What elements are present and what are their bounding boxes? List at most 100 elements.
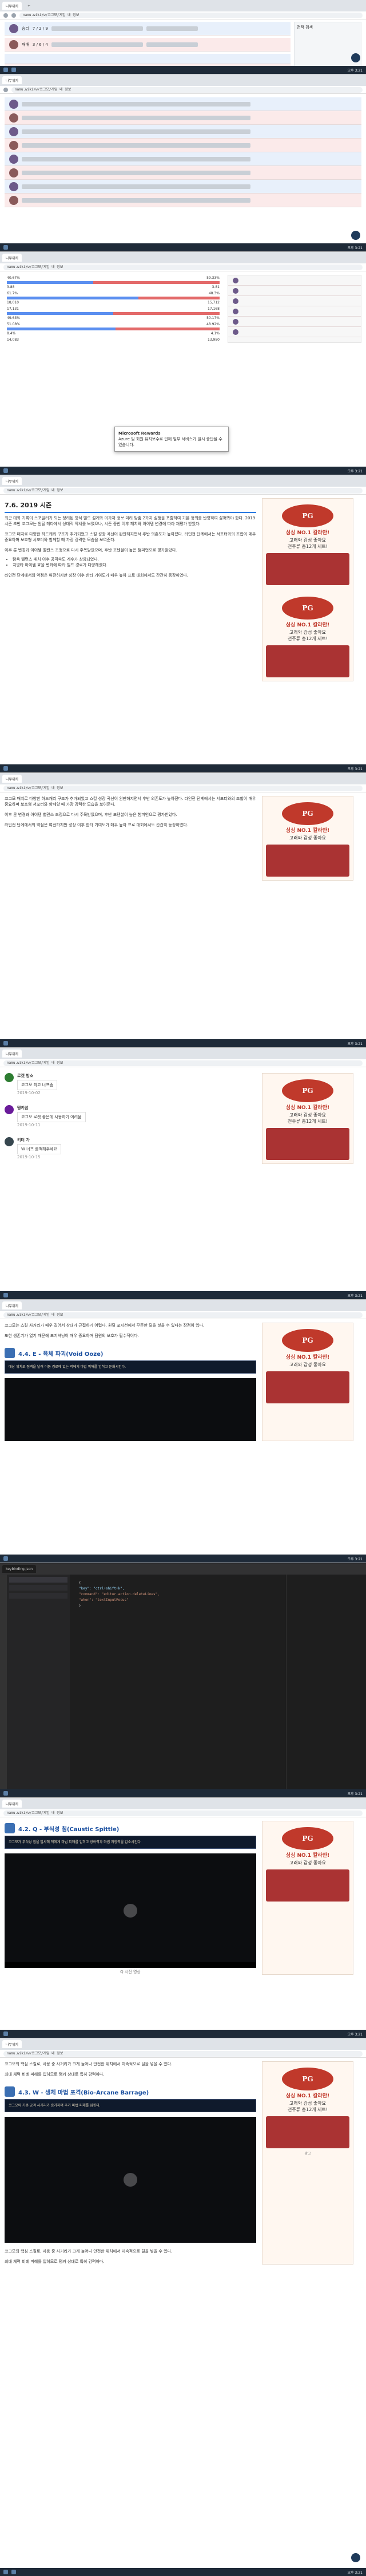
advertisement[interactable]: PG 싱싱 NO.1 칼라만! 고래와 감성 좋아요 전주류 총12개 세트! … (262, 498, 353, 681)
tab-strip: 나무위키 (0, 252, 366, 263)
ad-headline: 싱싱 NO.1 칼라만! (285, 828, 330, 834)
comment-author[interactable]: 탱키섬 (17, 1105, 86, 1111)
match-row[interactable] (5, 97, 361, 111)
skill-heading: 4.2. Q - 부식성 침(Caustic Spittle) (5, 1821, 256, 1836)
browser-tab[interactable]: 나무위키 (2, 1301, 22, 1309)
advertisement[interactable]: PG 싱싱 NO.1 칼라만! 고래와 감성 좋아요 (262, 796, 353, 881)
skill-video[interactable] (5, 1378, 256, 1441)
screenshot-skill-q: 나무위키 namu.wiki/w/코그모/게임 내 정보 4.2. Q - 부식… (0, 1798, 366, 2038)
match-row[interactable] (5, 54, 291, 64)
start-icon[interactable] (3, 1791, 8, 1796)
browser-tab[interactable]: 나무위키 (2, 76, 22, 84)
stat-left: 8.4% (7, 332, 16, 336)
paragraph: 코그모 패치로 다양한 하드캐리 구조가 추가되었고 스킬 성장 곡선이 완만해… (5, 532, 256, 542)
skill-e-icon (5, 1348, 15, 1358)
paragraph: 이후 룬 변경과 아이템 밸런스 조정으로 다시 주목받았으며, 후반 포텐셜이… (5, 812, 177, 817)
browser-tab[interactable]: 나무위키 (2, 477, 22, 485)
code-line: "when": "textInputFocus" (79, 1598, 129, 1602)
start-icon[interactable] (3, 1293, 8, 1297)
url-field[interactable]: namu.wiki/w/코그모/게임 내 정보 (11, 86, 363, 93)
url-field[interactable]: namu.wiki/w/코그모/게임 내 정보 (3, 264, 363, 270)
back-icon[interactable] (3, 13, 8, 18)
explorer-item[interactable] (9, 1577, 67, 1583)
ranking-row[interactable] (228, 286, 361, 296)
start-icon[interactable] (3, 2570, 8, 2574)
ad-subline: 고래와 감성 좋아요 (289, 1860, 326, 1865)
activity-bar (0, 1575, 7, 1790)
advertisement[interactable]: PG 싱싱 NO.1 칼라만! 고래와 감성 좋아요 전주류 총12개 세트! … (262, 2061, 353, 2265)
advertisement[interactable]: PG 싱싱 NO.1 칼라만! 고래와 감성 좋아요 (262, 1821, 353, 1975)
new-tab-button[interactable]: + (24, 2, 34, 10)
match-row[interactable] (5, 125, 361, 139)
screenshot-skill-w: 나무위키 namu.wiki/w/코그모/게임 내 정보 코그모의 핵심 스킬로… (0, 2038, 366, 2576)
browser-tab[interactable]: 나무위키 (2, 2040, 22, 2048)
match-row[interactable]: 패배 3 / 6 / 4 (5, 38, 291, 52)
explorer-item[interactable] (9, 1585, 67, 1591)
match-row[interactable] (5, 194, 361, 207)
url-field[interactable]: namu.wiki/w/코그모/게임 내 정보 (3, 1312, 363, 1318)
explorer-item[interactable] (9, 1593, 67, 1599)
browser-tab[interactable]: 나무위키 (2, 1050, 22, 1058)
start-icon[interactable] (3, 766, 8, 771)
ad-subline: 고래와 감성 좋아요 (289, 1362, 326, 1367)
browser-tab[interactable]: 나무위키 (2, 254, 22, 262)
chat-bubble-icon[interactable] (351, 231, 360, 240)
skill-video[interactable] (5, 2117, 256, 2243)
url-field[interactable]: namu.wiki/w/코그모/게임 내 정보 (3, 1810, 363, 1816)
start-icon[interactable] (3, 1556, 8, 1561)
chat-bubble-icon[interactable] (351, 2553, 360, 2562)
taskbar: 오후 3:21 (0, 1555, 366, 1563)
address-bar: namu.wiki/w/코그모/게임 내 정보 (0, 1059, 366, 1067)
advertisement[interactable]: PG 싱싱 NO.1 칼라만! 고래와 감성 좋아요 전주류 총12개 세트! (262, 1073, 353, 1164)
item-slots (51, 42, 143, 47)
url-field[interactable]: namu.wiki/w/코그모/게임 내 정보 (3, 1060, 363, 1066)
ranking-row[interactable] (228, 275, 361, 286)
start-icon[interactable] (3, 1041, 8, 1046)
advertisement[interactable]: PG 싱싱 NO.1 칼라만! 고래와 감성 좋아요 (262, 1323, 353, 1441)
taskbar: 오후 3:21 (0, 2568, 366, 2576)
start-icon[interactable] (3, 468, 8, 473)
ranking-row[interactable] (228, 317, 361, 327)
browser-icon[interactable] (11, 68, 16, 72)
play-icon[interactable] (124, 1904, 137, 1918)
match-row[interactable] (5, 180, 361, 194)
comment-author[interactable]: 로켓 방소 (17, 1073, 57, 1079)
browser-icon[interactable] (11, 2570, 16, 2574)
editor-tab[interactable]: keybinding.json (2, 1565, 37, 1573)
notification-toast[interactable]: Microsoft Rewards Azure 및 회원 유지보수로 인해 일부… (114, 427, 229, 452)
chat-bubble-icon[interactable] (351, 53, 360, 62)
match-row[interactable] (5, 166, 361, 180)
play-icon[interactable] (124, 2173, 137, 2187)
video-controls[interactable] (5, 1962, 256, 1968)
ranking-row[interactable] (228, 296, 361, 306)
match-row[interactable]: 승리 7 / 2 / 9 (5, 22, 291, 35)
paragraph: 라인전 단계에서의 약점은 여전하지만 성장 이후 한타 기여도가 매우 높아 … (5, 573, 188, 578)
match-row[interactable] (5, 139, 361, 152)
url-field[interactable]: namu.wiki/w/코그모/게임 내 정보 (3, 487, 363, 494)
url-field[interactable]: namu.wiki/w/코그모/게임 내 정보 (3, 785, 363, 791)
taskbar-clock: 오후 3:21 (347, 2570, 363, 2575)
start-icon[interactable] (3, 245, 8, 250)
ranking-row[interactable] (228, 327, 361, 337)
refresh-icon[interactable] (11, 13, 16, 18)
browser-tab[interactable]: 나무위키 (2, 775, 22, 783)
champion-icon (9, 113, 18, 123)
comment-author[interactable]: 키터 가 (17, 1137, 61, 1143)
start-icon[interactable] (3, 2031, 8, 2036)
taskbar-clock: 오후 3:21 (347, 1042, 363, 1046)
browser-tab[interactable]: 나무위키 (2, 2, 22, 10)
ranking-sidebar (228, 275, 361, 343)
url-field[interactable]: namu.wiki/w/코그모/게임 내 정보 (19, 12, 363, 18)
match-row[interactable] (5, 111, 361, 125)
ad-image (266, 645, 349, 677)
back-icon[interactable] (3, 87, 8, 92)
match-row[interactable] (5, 152, 361, 166)
browser-tab[interactable]: 나무위키 (2, 1800, 22, 1808)
start-icon[interactable] (3, 68, 8, 72)
taskbar: 오후 3:21 (0, 764, 366, 772)
ranking-row[interactable] (228, 306, 361, 317)
code-area[interactable]: { "key": "ctrl+shift+k", "command": "edi… (70, 1575, 286, 1790)
skill-video[interactable] (5, 1853, 256, 1968)
url-field[interactable]: namu.wiki/w/코그모/게임 내 정보 (3, 2050, 363, 2057)
code-line: "command": "editor.action.deleteLines", (79, 1592, 160, 1596)
